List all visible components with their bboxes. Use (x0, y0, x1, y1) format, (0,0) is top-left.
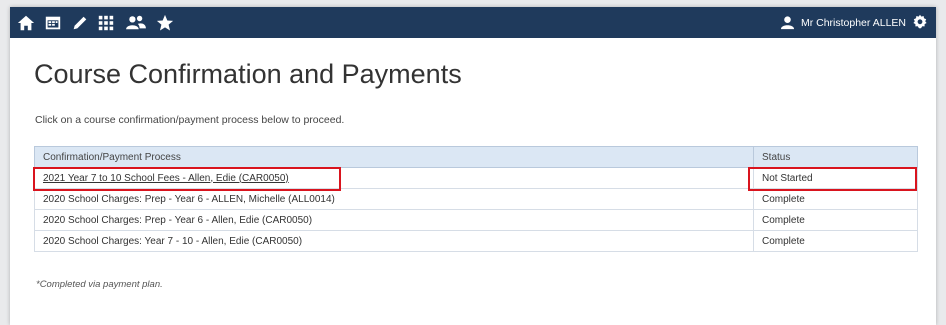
process-cell: 2021 Year 7 to 10 School Fees - Allen, E… (34, 167, 754, 189)
user-name: Mr Christopher ALLEN (800, 16, 906, 29)
user-menu[interactable]: Mr Christopher ALLEN (780, 7, 906, 38)
grid-icon[interactable] (96, 13, 116, 33)
process-cell[interactable]: 2020 School Charges: Year 7 - 10 - Allen… (34, 230, 754, 252)
user-icon (780, 16, 795, 30)
process-cell[interactable]: 2020 School Charges: Prep - Year 6 - All… (34, 209, 754, 231)
table-header-row: Confirmation/Payment Process Status (34, 146, 918, 168)
status-cell: Complete (753, 188, 918, 210)
instructions-text: Click on a course confirmation/payment p… (35, 114, 345, 126)
page-title: Course Confirmation and Payments (34, 59, 462, 89)
top-navigation-bar: Mr Christopher ALLEN (10, 7, 936, 38)
process-cell[interactable]: 2020 School Charges: Prep - Year 6 - ALL… (34, 188, 754, 210)
pencil-icon[interactable] (70, 13, 90, 33)
process-link[interactable]: 2021 Year 7 to 10 School Fees - Allen, E… (43, 173, 289, 184)
payment-process-table: Confirmation/Payment Process Status 2021… (34, 146, 918, 252)
table-row[interactable]: 2020 School Charges: Prep - Year 6 - All… (34, 209, 918, 231)
app-window: Mr Christopher ALLEN Course Confirmation… (10, 7, 936, 325)
column-header-status: Status (753, 146, 918, 168)
status-cell: Complete (753, 230, 918, 252)
table-row[interactable]: 2020 School Charges: Year 7 - 10 - Allen… (34, 230, 918, 252)
gear-icon[interactable] (912, 14, 928, 30)
table-row[interactable]: 2021 Year 7 to 10 School Fees - Allen, E… (34, 167, 918, 189)
column-header-process: Confirmation/Payment Process (34, 146, 754, 168)
footnote: *Completed via payment plan. (36, 279, 163, 290)
calendar-icon[interactable] (43, 13, 63, 33)
home-icon[interactable] (16, 13, 36, 33)
status-cell: Not Started (753, 167, 918, 189)
people-icon[interactable] (124, 13, 148, 33)
table-row[interactable]: 2020 School Charges: Prep - Year 6 - ALL… (34, 188, 918, 210)
status-cell: Complete (753, 209, 918, 231)
star-icon[interactable] (155, 13, 175, 33)
